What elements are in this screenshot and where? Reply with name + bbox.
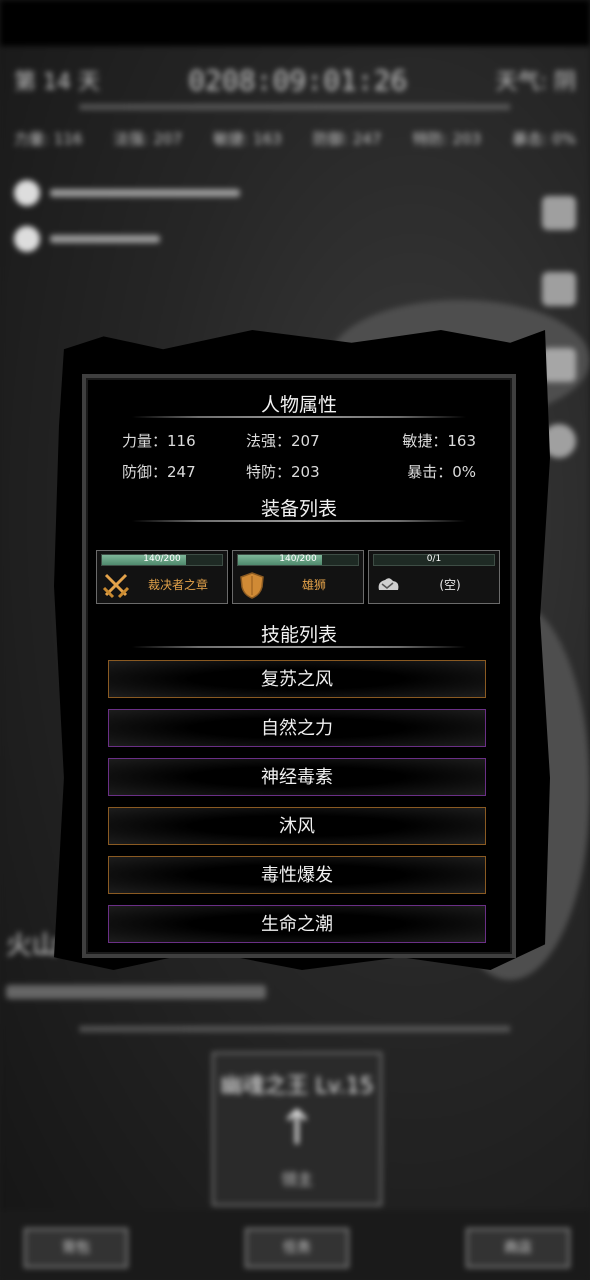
empty-slot-icon <box>378 578 399 590</box>
hud-top-row: 第 14 天 0208:09:01:26 天气: 阴 <box>14 62 576 98</box>
attr-magic: 法强：207 <box>246 432 320 450</box>
attr-crit: 暴击：0% <box>407 463 476 481</box>
attr-special-defense: 特防：203 <box>246 463 320 481</box>
equipment-slot[interactable]: 140/200 裁决者之章 <box>96 550 228 604</box>
stamina-bar <box>50 235 160 243</box>
location-label: 火山 <box>6 931 59 961</box>
attr-strength: 力量：116 <box>122 432 196 450</box>
chat-icon[interactable] <box>542 348 576 382</box>
bottom-button-quest[interactable]: 任务 <box>245 1228 349 1268</box>
skill-button[interactable]: 沐风 <box>108 807 486 845</box>
boss-title: 幽魂之王 Lv.15 <box>220 1074 374 1099</box>
durability-bar: 140/200 <box>101 554 223 566</box>
boss-card[interactable]: 幽魂之王 Lv.15 ↑ 领主 <box>212 1052 382 1206</box>
hud-stat: 特防: 203 <box>412 130 482 148</box>
status-bar <box>0 0 590 46</box>
skill-button[interactable]: 神经毒素 <box>108 758 486 796</box>
equipment-slot[interactable]: 140/200 雄狮 <box>232 550 364 604</box>
hud-stats-row: 力量: 116 法强: 207 敏捷: 163 防御: 247 特防: 203 … <box>14 128 576 149</box>
equipment-title: 装备列表 <box>260 498 337 520</box>
attributes-title: 人物属性 <box>260 394 337 416</box>
skill-button[interactable]: 生命之潮 <box>108 905 486 943</box>
equipment-slot[interactable]: 0/1 (空) <box>368 550 500 604</box>
skill-button[interactable]: 自然之力 <box>108 709 486 747</box>
shield-icon <box>240 572 264 599</box>
hud-stat: 暴击: 0% <box>512 130 576 148</box>
day-counter: 第 14 天 <box>14 70 100 95</box>
weather-label: 天气: 阴 <box>495 70 576 95</box>
skill-button[interactable]: 复苏之风 <box>108 660 486 698</box>
equipment-list: 140/200 裁决者之章 140/200 雄狮 0/1 (空) <box>96 550 500 604</box>
hud-stat: 敏捷: 163 <box>213 130 282 148</box>
skill-button[interactable]: 毒性爆发 <box>108 856 486 894</box>
map-icon[interactable] <box>542 196 576 230</box>
game-clock: 0208:09:01:26 <box>188 63 408 97</box>
hud-divider <box>80 104 510 110</box>
skills-title: 技能列表 <box>260 624 337 646</box>
hud-stat: 法强: 207 <box>113 130 183 148</box>
durability-text: 140/200 <box>143 554 181 564</box>
equipment-name: (空) <box>439 578 461 592</box>
list-icon[interactable] <box>542 272 576 306</box>
heart-icon <box>14 180 40 206</box>
attr-agility: 敏捷：163 <box>402 432 476 450</box>
equipment-name: 雄狮 <box>301 578 326 592</box>
section-divider <box>132 646 466 648</box>
character-stats-dialog: 人物属性 力量：116 法强：207 敏捷：163 防御：247 特防：203 … <box>82 374 516 958</box>
hud-stat: 力量: 116 <box>14 130 83 148</box>
location-desc <box>6 985 266 999</box>
up-arrow-icon: ↑ <box>276 1100 318 1156</box>
hp-bar <box>50 189 240 197</box>
durability-text: 0/1 <box>426 554 442 564</box>
boss-subtitle: 领主 <box>280 1170 313 1189</box>
hud-stat: 防御: 247 <box>313 130 382 148</box>
attr-defense: 防御：247 <box>122 463 196 481</box>
crossed-swords-icon <box>102 573 130 599</box>
section-divider <box>132 520 466 522</box>
attributes-grid: 力量：116 法强：207 敏捷：163 防御：247 特防：203 暴击：0% <box>122 430 476 482</box>
durability-bar: 140/200 <box>237 554 359 566</box>
hud-divider <box>80 1026 510 1032</box>
bottom-button-bag[interactable]: 背包 <box>24 1228 128 1268</box>
section-divider <box>132 416 466 418</box>
durability-bar: 0/1 <box>373 554 495 566</box>
strength-bar-row <box>14 226 160 252</box>
equipment-name: 裁决者之章 <box>147 578 208 592</box>
arm-icon <box>14 226 40 252</box>
durability-text: 140/200 <box>279 554 317 564</box>
hp-bar-row <box>14 180 240 206</box>
bottom-button-shop[interactable]: 商店 <box>466 1228 570 1268</box>
